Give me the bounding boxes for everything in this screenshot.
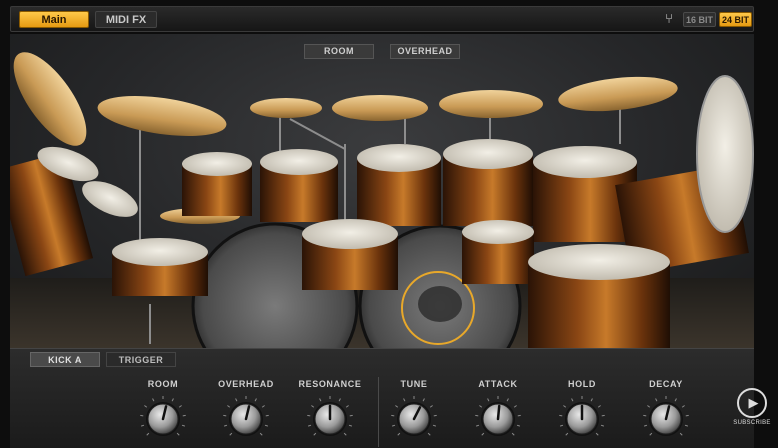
tab-kick-a[interactable]: KICK A: [30, 352, 100, 367]
knob-group-hold: HOLD: [544, 379, 620, 447]
front-tom-2[interactable]: [462, 220, 534, 284]
room-view-button[interactable]: ROOM: [304, 44, 374, 59]
knob-group-overhead: OVERHEAD: [208, 379, 284, 447]
rack-tom-3[interactable]: [357, 144, 441, 226]
crash-cymbal-mid[interactable]: [439, 90, 543, 118]
drum-kit-illustration: [10, 41, 754, 348]
rack-tom-1[interactable]: [182, 152, 252, 216]
splash-cymbal[interactable]: [250, 98, 322, 118]
front-tom-1[interactable]: [302, 219, 398, 290]
tuning-fork-icon[interactable]: ⑂: [661, 11, 677, 27]
instrument-control-panel: KICK A TRIGGER ROOM OVERHEAD RESONANCE TUNE…: [10, 348, 754, 448]
china-cymbal[interactable]: [557, 72, 680, 116]
crash-cymbal[interactable]: [95, 89, 229, 143]
knob-label: ROOM: [147, 379, 179, 389]
knob-label: RESONANCE: [298, 379, 362, 389]
crash-cymbal-left[interactable]: [10, 41, 100, 156]
knob-attack[interactable]: [474, 395, 522, 443]
knob-label: HOLD: [568, 379, 596, 389]
knob-label: OVERHEAD: [218, 379, 274, 389]
knob-tune[interactable]: [390, 395, 438, 443]
rack-tom-2[interactable]: [260, 149, 338, 222]
knob-group-attack: ATTACK: [460, 379, 536, 447]
subscribe-label: SUBSCRIBE: [733, 420, 771, 426]
play-icon[interactable]: ▶: [737, 388, 767, 418]
knob-group-tune: TUNE: [376, 379, 452, 447]
tab-midi-fx[interactable]: MIDI FX: [95, 11, 157, 28]
tab-main[interactable]: Main: [19, 11, 89, 28]
subscribe-overlay[interactable]: ▶ SUBSCRIBE: [732, 388, 772, 436]
drum-sampler-window: Main MIDI FX ⑂ 16 BIT 24 BIT ROOM OVERHE…: [0, 0, 778, 448]
floor-tom-right[interactable]: [528, 244, 670, 348]
knob-group-resonance: RESONANCE: [292, 379, 368, 447]
knob-group-decay: DECAY: [628, 379, 704, 447]
knob-label: ATTACK: [478, 379, 518, 389]
knob-decay[interactable]: [642, 395, 690, 443]
knob-room[interactable]: [139, 395, 187, 443]
knob-label: DECAY: [649, 379, 683, 389]
24-bit-button[interactable]: 24 BIT: [719, 12, 752, 27]
snare-drum[interactable]: [112, 238, 208, 296]
knob-overhead[interactable]: [222, 395, 270, 443]
ride-cymbal[interactable]: [332, 95, 428, 121]
knob-hold[interactable]: [558, 395, 606, 443]
knob-resonance[interactable]: [306, 395, 354, 443]
top-toolbar: Main MIDI FX ⑂ 16 BIT 24 BIT: [10, 6, 754, 32]
drum-kit-stage: ROOM OVERHEAD: [10, 34, 754, 348]
16-bit-button[interactable]: 16 BIT: [683, 12, 716, 27]
overhead-view-button[interactable]: OVERHEAD: [390, 44, 460, 59]
knob-group-room: ROOM: [125, 379, 201, 447]
rack-tom-4[interactable]: [443, 139, 533, 226]
knob-label: TUNE: [400, 379, 428, 389]
tab-trigger[interactable]: TRIGGER: [106, 352, 176, 367]
